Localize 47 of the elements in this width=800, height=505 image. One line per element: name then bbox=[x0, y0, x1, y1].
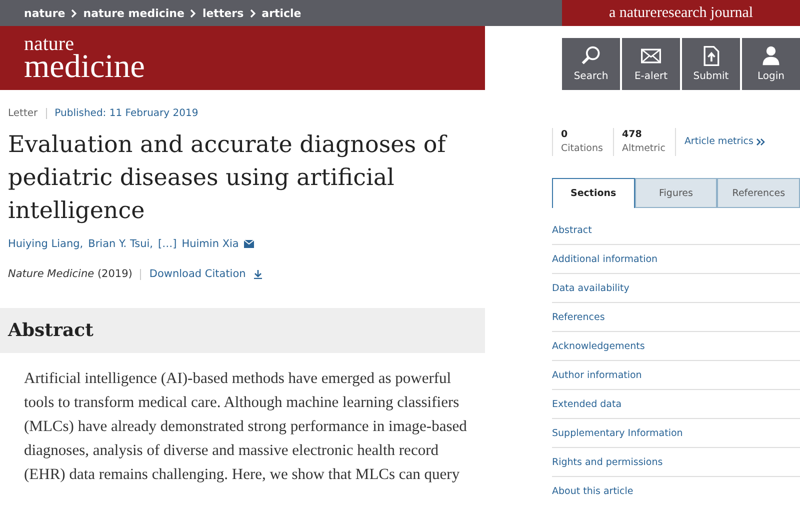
abstract-paragraph: Artificial intelligence (AI)-based methods have emerged as powerful tools to transform medical care. Although machine learning classifiers (MLCs) have already demonstrated strong performance in image-based diagnoses, analysis of diverse and massive electronic health record (EHR) data remains challenging. Here, we show that MLCs can query bbox=[24, 369, 468, 485]
header-button[interactable]: Login bbox=[742, 38, 800, 90]
envelope-icon[interactable] bbox=[244, 240, 254, 248]
metric-value: 478 bbox=[622, 128, 643, 142]
metric-label: Altmetric bbox=[622, 142, 666, 156]
section-heading: Abstract bbox=[0, 308, 485, 353]
metric-label: Citations bbox=[561, 142, 603, 156]
breadcrumb-link[interactable]: nature bbox=[24, 6, 66, 20]
header-button[interactable]: Search bbox=[562, 38, 620, 90]
sidebar-tab[interactable]: Figures bbox=[634, 178, 718, 208]
section-link[interactable]: Acknowledgements bbox=[552, 332, 800, 361]
section-link[interactable]: References bbox=[552, 303, 800, 332]
breadcrumb-link[interactable]: letters bbox=[202, 6, 244, 20]
section-link[interactable]: Rights and permissions bbox=[552, 448, 800, 477]
chevron-icon bbox=[71, 8, 78, 18]
journal-citation: Nature Medicine (2019) bbox=[8, 268, 132, 280]
section-link[interactable]: About this article bbox=[552, 477, 800, 505]
article-metrics-link[interactable]: Article metrics bbox=[675, 128, 754, 156]
header-button[interactable]: Submit bbox=[682, 38, 740, 90]
chevron-icon bbox=[250, 8, 256, 18]
logo-text[interactable]: nature medicine bbox=[24, 36, 145, 82]
sidebar-tab[interactable]: References bbox=[717, 178, 800, 208]
sidebar-tab[interactable]: Sections bbox=[552, 178, 635, 208]
section-link[interactable]: Additional information bbox=[552, 245, 800, 274]
section-link[interactable]: Data availability bbox=[552, 274, 800, 303]
section-link[interactable]: Extended data bbox=[552, 390, 800, 419]
section-link[interactable]: Abstract bbox=[552, 216, 800, 245]
metric-value: 0 bbox=[561, 128, 569, 142]
download-citation-link[interactable]: Download Citation bbox=[149, 268, 246, 280]
user-icon bbox=[760, 45, 782, 67]
author-link[interactable]: Brian Y. Tsui, bbox=[88, 238, 154, 250]
double-chevron-icon[interactable] bbox=[756, 138, 766, 146]
breadcrumb-link[interactable]: article bbox=[262, 6, 302, 20]
header-button[interactable]: E-alert bbox=[622, 38, 680, 90]
article-title: Evaluation and accurate diagnoses of pediatric diseases using artificial intelligence bbox=[8, 131, 448, 226]
author-link[interactable]: Huiying Liang, bbox=[8, 238, 84, 250]
article-type: Letter bbox=[8, 108, 38, 119]
download-icon[interactable] bbox=[254, 270, 262, 278]
publish-date[interactable]: Published: 11 February 2019 bbox=[54, 108, 198, 119]
chevron-icon bbox=[190, 8, 196, 18]
journal-tagline: a natureresearch journal bbox=[562, 0, 800, 26]
author-link[interactable]: Huimin Xia bbox=[182, 238, 239, 250]
author-link[interactable]: […] bbox=[158, 238, 177, 250]
section-link[interactable]: Supplementary Information bbox=[552, 419, 800, 448]
section-link[interactable]: Author information bbox=[552, 361, 800, 390]
search-icon bbox=[580, 45, 602, 67]
breadcrumb-link[interactable]: nature medicine bbox=[83, 6, 184, 20]
